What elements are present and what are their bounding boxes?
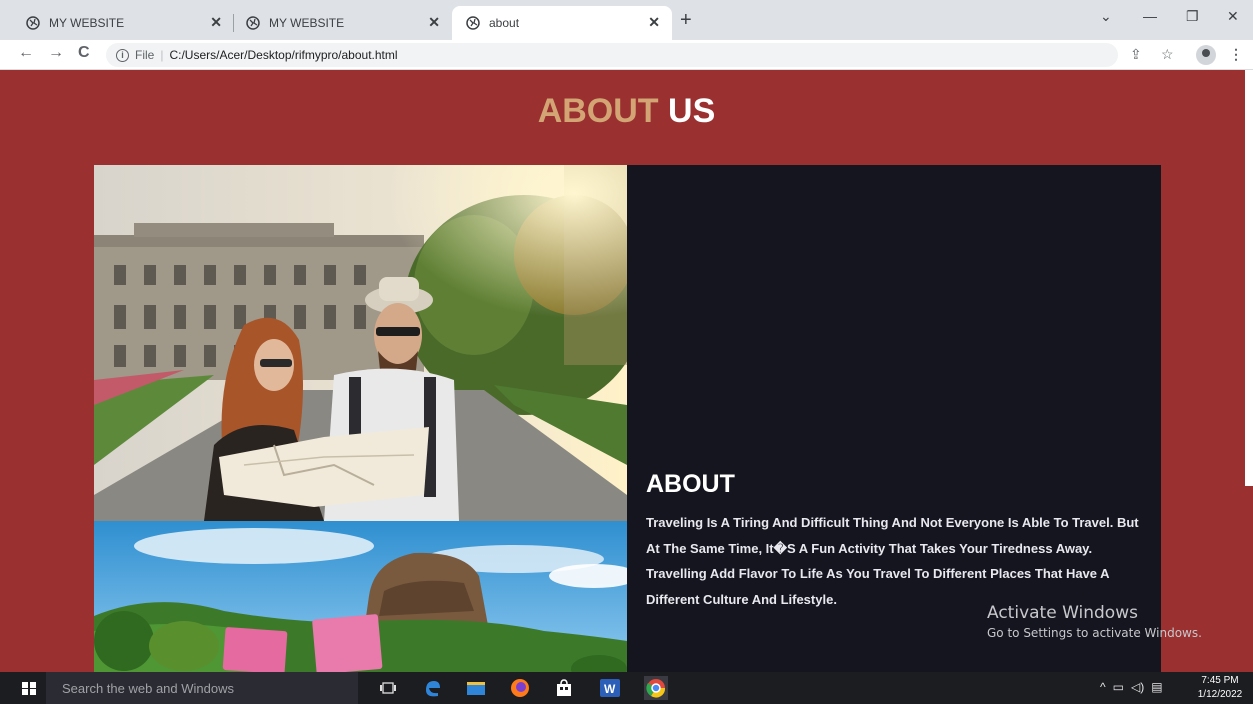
svg-text:W: W xyxy=(604,682,616,696)
divider: | xyxy=(160,48,164,62)
firefox-icon[interactable] xyxy=(508,676,532,700)
page-scrollbar[interactable] xyxy=(1245,70,1253,486)
word-icon[interactable]: W xyxy=(598,676,622,700)
tab-my-website-1[interactable]: MY WEBSITE ✕ xyxy=(12,6,234,40)
minimize-icon[interactable]: — xyxy=(1143,8,1157,24)
sigiriya-rock-photo xyxy=(94,521,627,672)
chrome-icon[interactable] xyxy=(644,676,668,700)
network-icon[interactable]: ▭ xyxy=(1113,680,1124,694)
tab-search-icon[interactable]: ⌄ xyxy=(1100,8,1112,25)
about-description: Traveling Is A Tiring And Difficult Thin… xyxy=(646,515,1139,607)
star-icon[interactable]: ☆ xyxy=(1161,46,1174,63)
watermark-title: Activate Windows xyxy=(987,603,1138,623)
browser-tab-strip: MY WEBSITE ✕ MY WEBSITE ✕ about ✕ + ⌄ — … xyxy=(0,0,1253,40)
restore-icon[interactable]: ❐ xyxy=(1186,8,1199,25)
browser-toolbar: ← → C i File | C:/Users/Acer/Desktop/rif… xyxy=(0,40,1253,70)
globe-icon xyxy=(26,16,40,30)
volume-icon[interactable]: ◁) xyxy=(1131,680,1144,694)
page-title-main: US xyxy=(668,92,716,130)
clock-time: 7:45 PM xyxy=(1201,675,1239,686)
share-icon[interactable]: ⇪ xyxy=(1130,46,1142,63)
back-icon[interactable]: ← xyxy=(18,44,34,62)
tab-about[interactable]: about ✕ xyxy=(452,6,672,40)
clock-date: 1/12/2022 xyxy=(1197,689,1243,700)
store-icon[interactable] xyxy=(552,676,576,700)
chevron-up-icon[interactable]: ^ xyxy=(1100,680,1106,694)
watermark-subtitle: Go to Settings to activate Windows. xyxy=(987,626,1202,640)
tab-title: MY WEBSITE xyxy=(269,16,345,30)
new-tab-button[interactable]: + xyxy=(680,10,692,30)
tab-title: MY WEBSITE xyxy=(49,16,125,30)
taskbar-search-input[interactable]: Search the web and Windows xyxy=(46,672,358,704)
globe-icon xyxy=(246,16,260,30)
close-icon[interactable]: ✕ xyxy=(428,14,440,31)
activate-windows-watermark: Activate Windows Go to Settings to activ… xyxy=(987,603,1202,640)
edge-icon[interactable] xyxy=(420,676,444,700)
tab-my-website-2[interactable]: MY WEBSITE ✕ xyxy=(232,6,452,40)
close-window-icon[interactable]: ✕ xyxy=(1227,8,1239,25)
windows-taskbar: Search the web and Windows W ^ ▭ ◁) ▤ 7:… xyxy=(0,672,1253,704)
scheme-label: File xyxy=(135,48,155,62)
menu-icon[interactable]: ⋮ xyxy=(1229,46,1243,63)
about-heading: ABOUT xyxy=(646,470,735,498)
info-icon[interactable]: i xyxy=(116,48,129,62)
globe-icon xyxy=(466,16,480,30)
page-title: ABOUT US xyxy=(0,92,1253,131)
page-title-accent: ABOUT xyxy=(537,92,659,130)
about-info-panel: ABOUT Traveling Is A Tiring And Difficul… xyxy=(627,165,1161,672)
forward-icon[interactable]: → xyxy=(48,44,64,62)
notification-icon[interactable]: ▤ xyxy=(1151,680,1162,694)
windows-start-icon[interactable] xyxy=(22,682,36,695)
address-bar[interactable]: i File | C:/Users/Acer/Desktop/rifmypro/… xyxy=(106,43,1118,67)
tab-title: about xyxy=(489,16,520,30)
about-page: ABOUT US ABOUT Traveling Is A Tiring And… xyxy=(0,70,1253,672)
close-icon[interactable]: ✕ xyxy=(648,14,660,31)
system-tray: ^ ▭ ◁) ▤ xyxy=(1100,680,1163,694)
profile-avatar-icon[interactable] xyxy=(1196,45,1216,65)
url-text: C:/Users/Acer/Desktop/rifmypro/about.htm… xyxy=(169,48,398,62)
couple-with-map-photo xyxy=(94,165,627,521)
reload-icon[interactable]: C xyxy=(78,44,90,62)
file-explorer-icon[interactable] xyxy=(464,676,488,700)
system-clock[interactable]: 7:45 PM 1/12/2022 xyxy=(1193,674,1247,702)
task-view-icon[interactable] xyxy=(376,676,400,700)
close-icon[interactable]: ✕ xyxy=(210,14,222,31)
